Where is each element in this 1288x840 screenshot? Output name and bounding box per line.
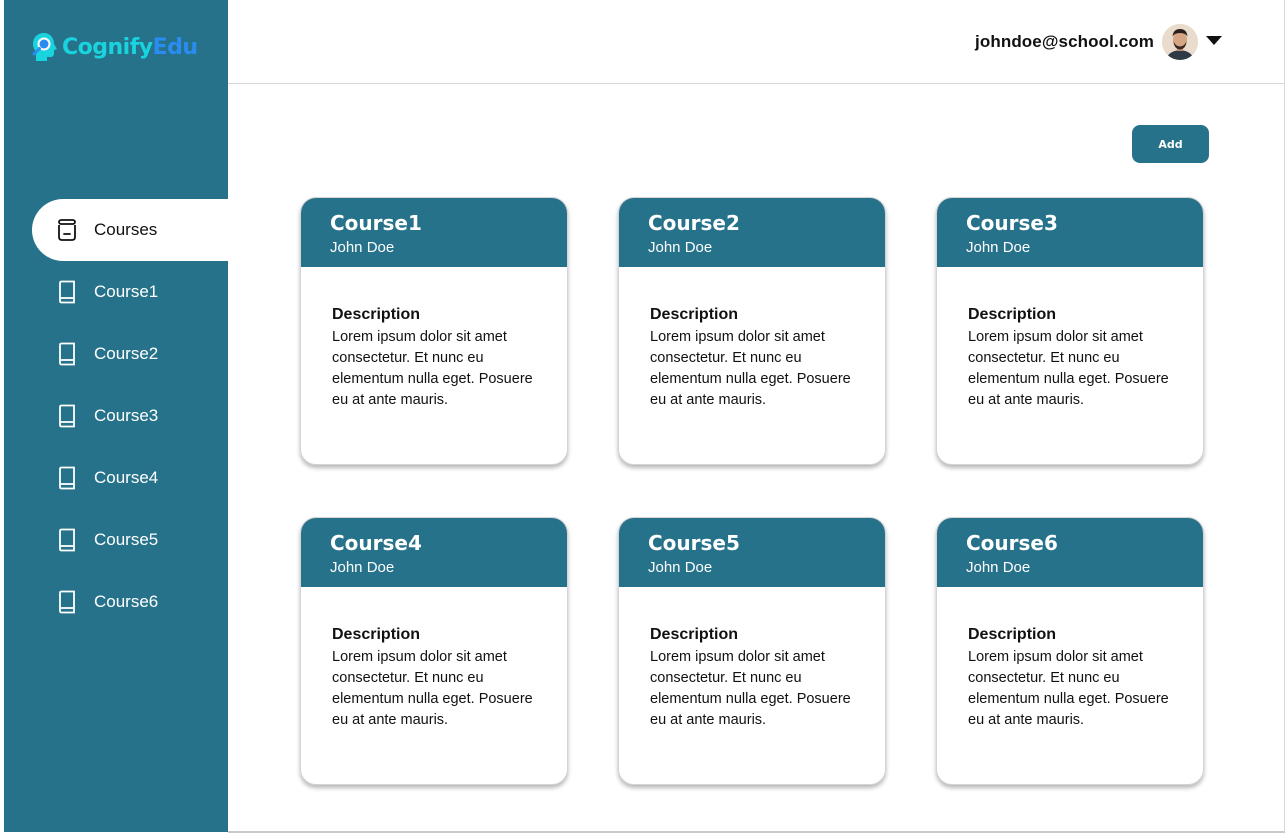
sidebar: CognifyEdu Courses Course1 Course2 Cours… (4, 0, 228, 832)
description-text: Lorem ipsum dolor sit amet consectetur. … (650, 329, 851, 408)
description-text: Lorem ipsum dolor sit amet consectetur. … (332, 649, 533, 728)
course-card-body: Description Lorem ipsum dolor sit amet c… (937, 267, 1203, 411)
course-card-body: Description Lorem ipsum dolor sit amet c… (619, 587, 885, 731)
course-title: Course1 (330, 211, 422, 235)
sidebar-item-course6[interactable]: Course6 (4, 571, 228, 633)
course-card-header: Course2 John Doe (619, 198, 885, 267)
sidebar-item-courses[interactable]: Courses (32, 199, 228, 261)
user-email[interactable]: johndoe@school.com (975, 32, 1154, 52)
add-button[interactable]: Add (1132, 125, 1209, 163)
sidebar-item-label: Course1 (94, 282, 159, 301)
archive-jar-icon (56, 218, 78, 242)
logo-text: CognifyEdu (62, 35, 198, 60)
course-title: Course2 (648, 211, 740, 235)
sidebar-item-course5[interactable]: Course5 (4, 509, 228, 571)
sidebar-item-course4[interactable]: Course4 (4, 447, 228, 509)
logo-text-part2: Edu (152, 34, 198, 60)
course-card[interactable]: Course5 John Doe Description Lorem ipsum… (618, 517, 886, 785)
app-frame: CognifyEdu Courses Course1 Course2 Cours… (0, 0, 1288, 840)
window-bottom-border (228, 831, 1285, 833)
book-icon (56, 528, 78, 552)
book-icon (56, 280, 78, 304)
course-card[interactable]: Course4 John Doe Description Lorem ipsum… (300, 517, 568, 785)
book-icon (56, 404, 78, 428)
sidebar-item-label: Course5 (94, 530, 159, 549)
user-photo-icon (1162, 24, 1198, 60)
sidebar-item-label: Course4 (94, 468, 159, 487)
sidebar-item-label: Courses (94, 220, 158, 239)
sidebar-item-course1[interactable]: Course1 (4, 261, 228, 323)
course-author: John Doe (648, 239, 713, 256)
description-label: Description (968, 626, 1057, 643)
course-card-header: Course5 John Doe (619, 518, 885, 587)
sidebar-item-label: Course3 (94, 406, 159, 425)
course-title: Course5 (648, 531, 740, 555)
sidebar-item-label: Course6 (94, 592, 159, 611)
avatar[interactable] (1162, 24, 1198, 60)
course-card-header: Course1 John Doe (301, 198, 567, 267)
description-text: Lorem ipsum dolor sit amet consectetur. … (968, 329, 1169, 408)
book-icon (56, 466, 78, 490)
course-card-body: Description Lorem ipsum dolor sit amet c… (301, 267, 567, 411)
course-author: John Doe (966, 239, 1031, 256)
description-label: Description (332, 306, 421, 323)
description-label: Description (968, 306, 1057, 323)
description-label: Description (650, 626, 739, 643)
course-card[interactable]: Course2 John Doe Description Lorem ipsum… (618, 197, 886, 465)
course-card[interactable]: Course1 John Doe Description Lorem ipsum… (300, 197, 568, 465)
description-label: Description (332, 626, 421, 643)
course-card[interactable]: Course6 John Doe Description Lorem ipsum… (936, 517, 1204, 785)
book-icon (56, 342, 78, 366)
course-author: John Doe (966, 559, 1031, 576)
course-author: John Doe (330, 559, 395, 576)
course-title: Course6 (966, 531, 1058, 555)
course-card-body: Description Lorem ipsum dolor sit amet c… (301, 587, 567, 731)
course-title: Course3 (966, 211, 1058, 235)
description-label: Description (650, 306, 739, 323)
course-card-body: Description Lorem ipsum dolor sit amet c… (937, 587, 1203, 731)
course-card-header: Course6 John Doe (937, 518, 1203, 587)
account-dropdown-chevron-icon[interactable] (1206, 36, 1222, 45)
course-card-body: Description Lorem ipsum dolor sit amet c… (619, 267, 885, 411)
course-author: John Doe (330, 239, 395, 256)
brain-head-logo-icon (32, 33, 57, 61)
description-text: Lorem ipsum dolor sit amet consectetur. … (968, 649, 1169, 728)
course-card-header: Course4 John Doe (301, 518, 567, 587)
window-bottom-edge (0, 832, 1288, 840)
course-author: John Doe (648, 559, 713, 576)
sidebar-item-course2[interactable]: Course2 (4, 323, 228, 385)
description-text: Lorem ipsum dolor sit amet consectetur. … (332, 329, 533, 408)
sidebar-item-label: Course2 (94, 344, 159, 363)
description-text: Lorem ipsum dolor sit amet consectetur. … (650, 649, 851, 728)
logo-text-part1: Cognify (62, 34, 153, 60)
top-bar: johndoe@school.com (228, 0, 1284, 84)
window-right-border (1284, 0, 1285, 840)
logo[interactable]: CognifyEdu (30, 30, 198, 64)
course-card[interactable]: Course3 John Doe Description Lorem ipsum… (936, 197, 1204, 465)
course-title: Course4 (330, 531, 422, 555)
book-icon (56, 590, 78, 614)
course-card-header: Course3 John Doe (937, 198, 1203, 267)
sidebar-nav: Courses Course1 Course2 Course3 Course4 … (4, 199, 228, 633)
sidebar-item-course3[interactable]: Course3 (4, 385, 228, 447)
